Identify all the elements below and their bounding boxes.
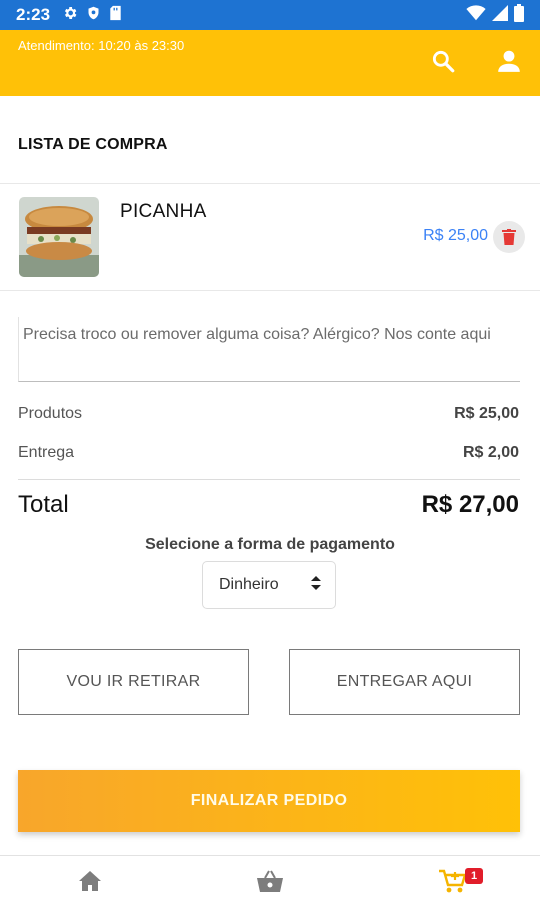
item-name: PICANHA — [120, 201, 207, 222]
divider — [18, 479, 520, 480]
sim-card-icon — [109, 5, 122, 26]
basket-icon[interactable] — [255, 866, 285, 896]
delivery-value: R$ 2,00 — [462, 444, 519, 461]
finalize-order-button[interactable]: FINALIZAR PEDIDO — [18, 770, 520, 832]
divider — [0, 183, 540, 184]
cart-count-badge: 1 — [465, 868, 483, 884]
divider — [0, 290, 540, 291]
delete-item-button[interactable] — [493, 221, 525, 253]
total-value: R$ 27,00 — [421, 491, 519, 518]
signal-icon — [492, 4, 508, 26]
deliver-here-button[interactable]: ENTREGAR AQUI — [289, 649, 520, 715]
delivery-label: Entrega — [18, 444, 75, 461]
status-bar: 2:23 — [0, 0, 540, 30]
payment-title: Selecione a forma de pagamento — [145, 536, 395, 553]
gear-icon — [62, 5, 78, 26]
shield-icon — [86, 5, 101, 26]
wifi-icon — [466, 4, 486, 26]
products-label: Produtos — [18, 405, 83, 422]
home-icon[interactable] — [75, 866, 105, 896]
item-price: R$ 25,00 — [423, 227, 488, 244]
opening-hours: Atendimento: 10:20 às 23:30 — [18, 38, 185, 53]
products-value: R$ 25,00 — [454, 405, 519, 422]
user-icon[interactable] — [494, 46, 524, 76]
total-label: Total — [18, 491, 69, 518]
cart-title: LISTA DE COMPRA — [18, 136, 168, 153]
battery-icon — [514, 3, 524, 27]
trash-icon — [502, 229, 516, 245]
status-time: 2:23 — [16, 5, 51, 24]
status-right-icons — [466, 3, 524, 27]
status-left-icons — [62, 5, 122, 26]
order-notes-input[interactable] — [18, 317, 520, 382]
payment-selected-value: Dinheiro — [219, 576, 279, 593]
payment-method-select[interactable]: Dinheiro — [202, 561, 336, 609]
bottom-nav: 1 — [0, 855, 540, 900]
item-thumbnail — [19, 197, 99, 277]
pickup-button[interactable]: VOU IR RETIRAR — [18, 649, 249, 715]
search-icon[interactable] — [428, 46, 458, 76]
app-header: Atendimento: 10:20 às 23:30 — [0, 30, 540, 96]
cart-icon[interactable] — [437, 866, 467, 896]
select-arrows-icon — [311, 575, 321, 595]
